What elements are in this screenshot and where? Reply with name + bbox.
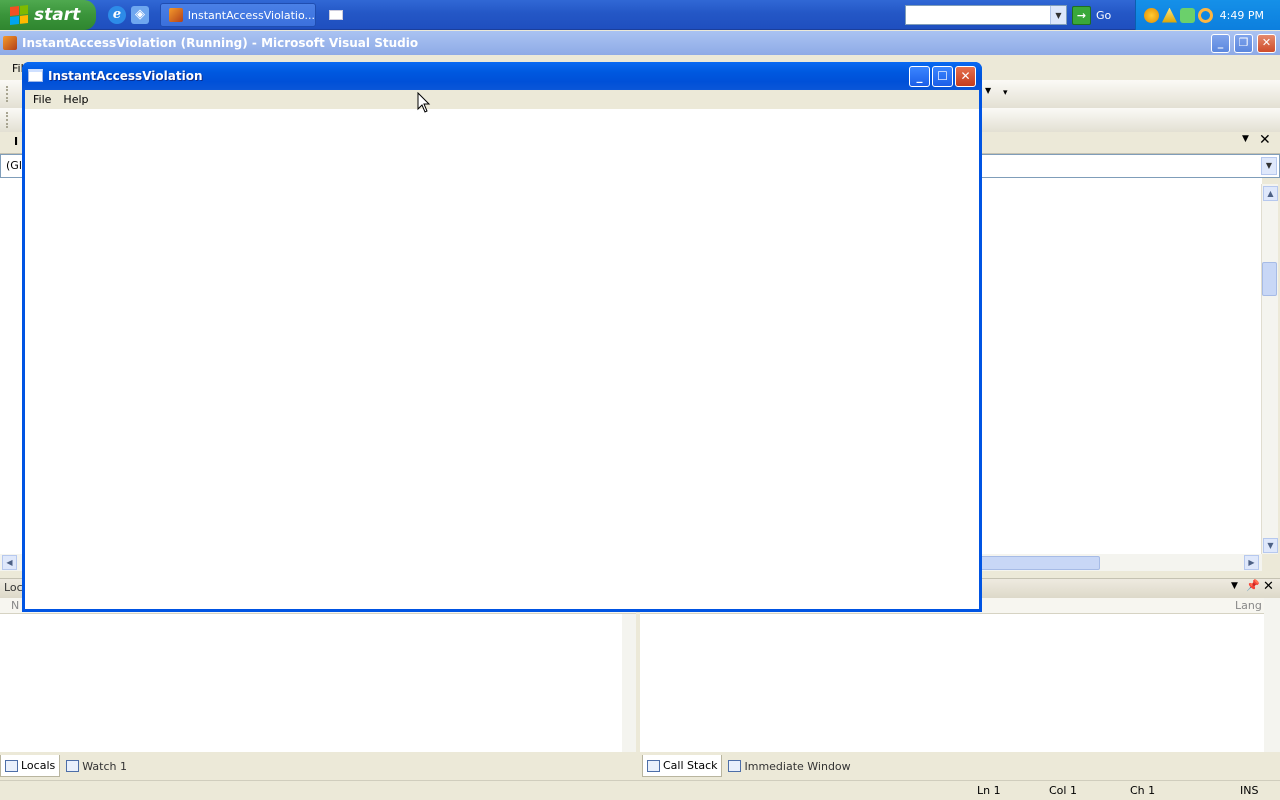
system-tray: 4:49 PM	[1135, 0, 1280, 30]
tab-locals-label: Locals	[21, 759, 56, 772]
visual-studio-icon	[3, 36, 17, 50]
editor-vertical-scroll-thumb[interactable]	[1262, 262, 1277, 296]
go-label: Go	[1096, 8, 1112, 22]
menu-help[interactable]: Help	[57, 93, 94, 106]
search-icon[interactable]	[1198, 7, 1213, 23]
editor-horizontal-scroll-thumb[interactable]	[980, 556, 1100, 570]
app-close-button[interactable]: ✕	[955, 66, 976, 87]
vs-maximize-button[interactable]: ❐	[1234, 34, 1253, 53]
chevron-down-icon[interactable]: ▼	[1242, 134, 1249, 144]
task-button-label: InstantAccessViolatio...	[187, 8, 315, 22]
callstack-list[interactable]	[640, 614, 1264, 752]
chevron-down-icon[interactable]: ▼	[1231, 581, 1238, 591]
call-stack-icon	[647, 759, 660, 772]
toolbar-overflow-icon[interactable]: ▾	[1003, 88, 1008, 98]
status-insert-mode: INS	[1240, 784, 1259, 797]
security-alert-icon[interactable]	[1162, 7, 1177, 23]
pin-icon[interactable]: 📌	[1246, 579, 1260, 592]
window-icon	[28, 69, 43, 82]
start-label: start	[34, 5, 81, 25]
tab-immediate-window[interactable]: Immediate Window	[724, 755, 854, 777]
tab-watch-label: Watch 1	[82, 759, 127, 773]
scroll-up-icon[interactable]: ▲	[1263, 186, 1278, 201]
internet-explorer-icon[interactable]: e	[108, 6, 126, 24]
window-icon	[329, 10, 343, 20]
locals-scrollbar[interactable]	[622, 614, 636, 752]
arrow-right-icon: →	[1072, 5, 1091, 25]
vs-title: InstantAccessViolation (Running) - Micro…	[22, 36, 419, 50]
toolbar-grip-icon[interactable]	[6, 112, 9, 128]
network-icon[interactable]	[1180, 7, 1195, 23]
go-button[interactable]: → Go	[1072, 5, 1118, 25]
callstack-scrollbar[interactable]	[1264, 598, 1280, 752]
status-line: Ln 1	[977, 784, 1001, 797]
clock: 4:49 PM	[1219, 8, 1264, 22]
debug-tabs-right: Call Stack Immediate Window	[642, 754, 855, 778]
vs-minimize-button[interactable]: _	[1211, 34, 1230, 53]
mouse-pointer-icon	[417, 92, 431, 113]
chevron-down-icon[interactable]: ▼	[1261, 157, 1277, 175]
app-title-bar[interactable]: InstantAccessViolation	[22, 62, 982, 90]
windows-logo-icon	[10, 5, 28, 25]
close-icon[interactable]: ✕	[1259, 132, 1271, 148]
status-bar: Ln 1 Col 1 Ch 1 INS	[0, 780, 1280, 800]
scroll-down-icon[interactable]: ▼	[1263, 538, 1278, 553]
debug-tabs-left: Locals Watch 1	[0, 754, 131, 778]
locals-column-name[interactable]: N	[11, 599, 19, 612]
tab-locals[interactable]: Locals	[0, 755, 61, 777]
taskbar: start e ◈ InstantAccessViolatio... ▼ → G…	[0, 0, 1280, 30]
taskbar-window-button[interactable]	[322, 3, 350, 27]
tab-call-stack-label: Call Stack	[663, 759, 718, 772]
watch-icon	[66, 760, 80, 772]
tray-app-icon[interactable]	[1144, 7, 1159, 23]
status-char: Ch 1	[1130, 784, 1156, 797]
chevron-down-icon[interactable]: ▼	[1050, 6, 1066, 24]
scroll-left-icon[interactable]: ◀	[2, 555, 17, 570]
scroll-right-icon[interactable]: ▶	[1244, 555, 1259, 570]
vs-title-bar: InstantAccessViolation (Running) - Micro…	[0, 31, 1280, 55]
callstack-column-language[interactable]: Lang	[1235, 599, 1262, 612]
menu-file[interactable]: File	[27, 93, 57, 106]
taskbar-task-button[interactable]: InstantAccessViolatio...	[160, 3, 316, 27]
close-icon[interactable]: ✕	[1263, 579, 1274, 594]
tab-call-stack[interactable]: Call Stack	[642, 755, 723, 777]
show-desktop-icon[interactable]: ◈	[131, 6, 149, 24]
locals-list[interactable]	[0, 614, 622, 752]
tab-watch-1[interactable]: Watch 1	[62, 755, 131, 777]
start-button[interactable]: start	[0, 0, 96, 30]
chevron-down-icon[interactable]: ▼	[985, 86, 999, 100]
vs-close-button[interactable]: ✕	[1257, 34, 1276, 53]
editor-vertical-scrollbar[interactable]: ▲ ▼	[1261, 184, 1278, 554]
app-title: InstantAccessViolation	[48, 69, 203, 83]
app-client-area[interactable]	[25, 109, 979, 609]
document-tab[interactable]: I	[14, 135, 18, 148]
immediate-window-icon	[728, 760, 742, 772]
address-input[interactable]: ▼	[905, 5, 1067, 25]
tab-immediate-label: Immediate Window	[744, 759, 851, 773]
status-column: Col 1	[1049, 784, 1077, 797]
app-menubar: File Help	[25, 90, 979, 109]
app-window: InstantAccessViolation _ ☐ ✕ File Help	[22, 62, 982, 612]
app-maximize-button[interactable]: ☐	[932, 66, 953, 87]
app-minimize-button[interactable]: _	[909, 66, 930, 87]
locals-icon	[5, 759, 18, 772]
visual-studio-icon	[169, 8, 183, 22]
toolbar-grip-icon[interactable]	[6, 86, 9, 102]
